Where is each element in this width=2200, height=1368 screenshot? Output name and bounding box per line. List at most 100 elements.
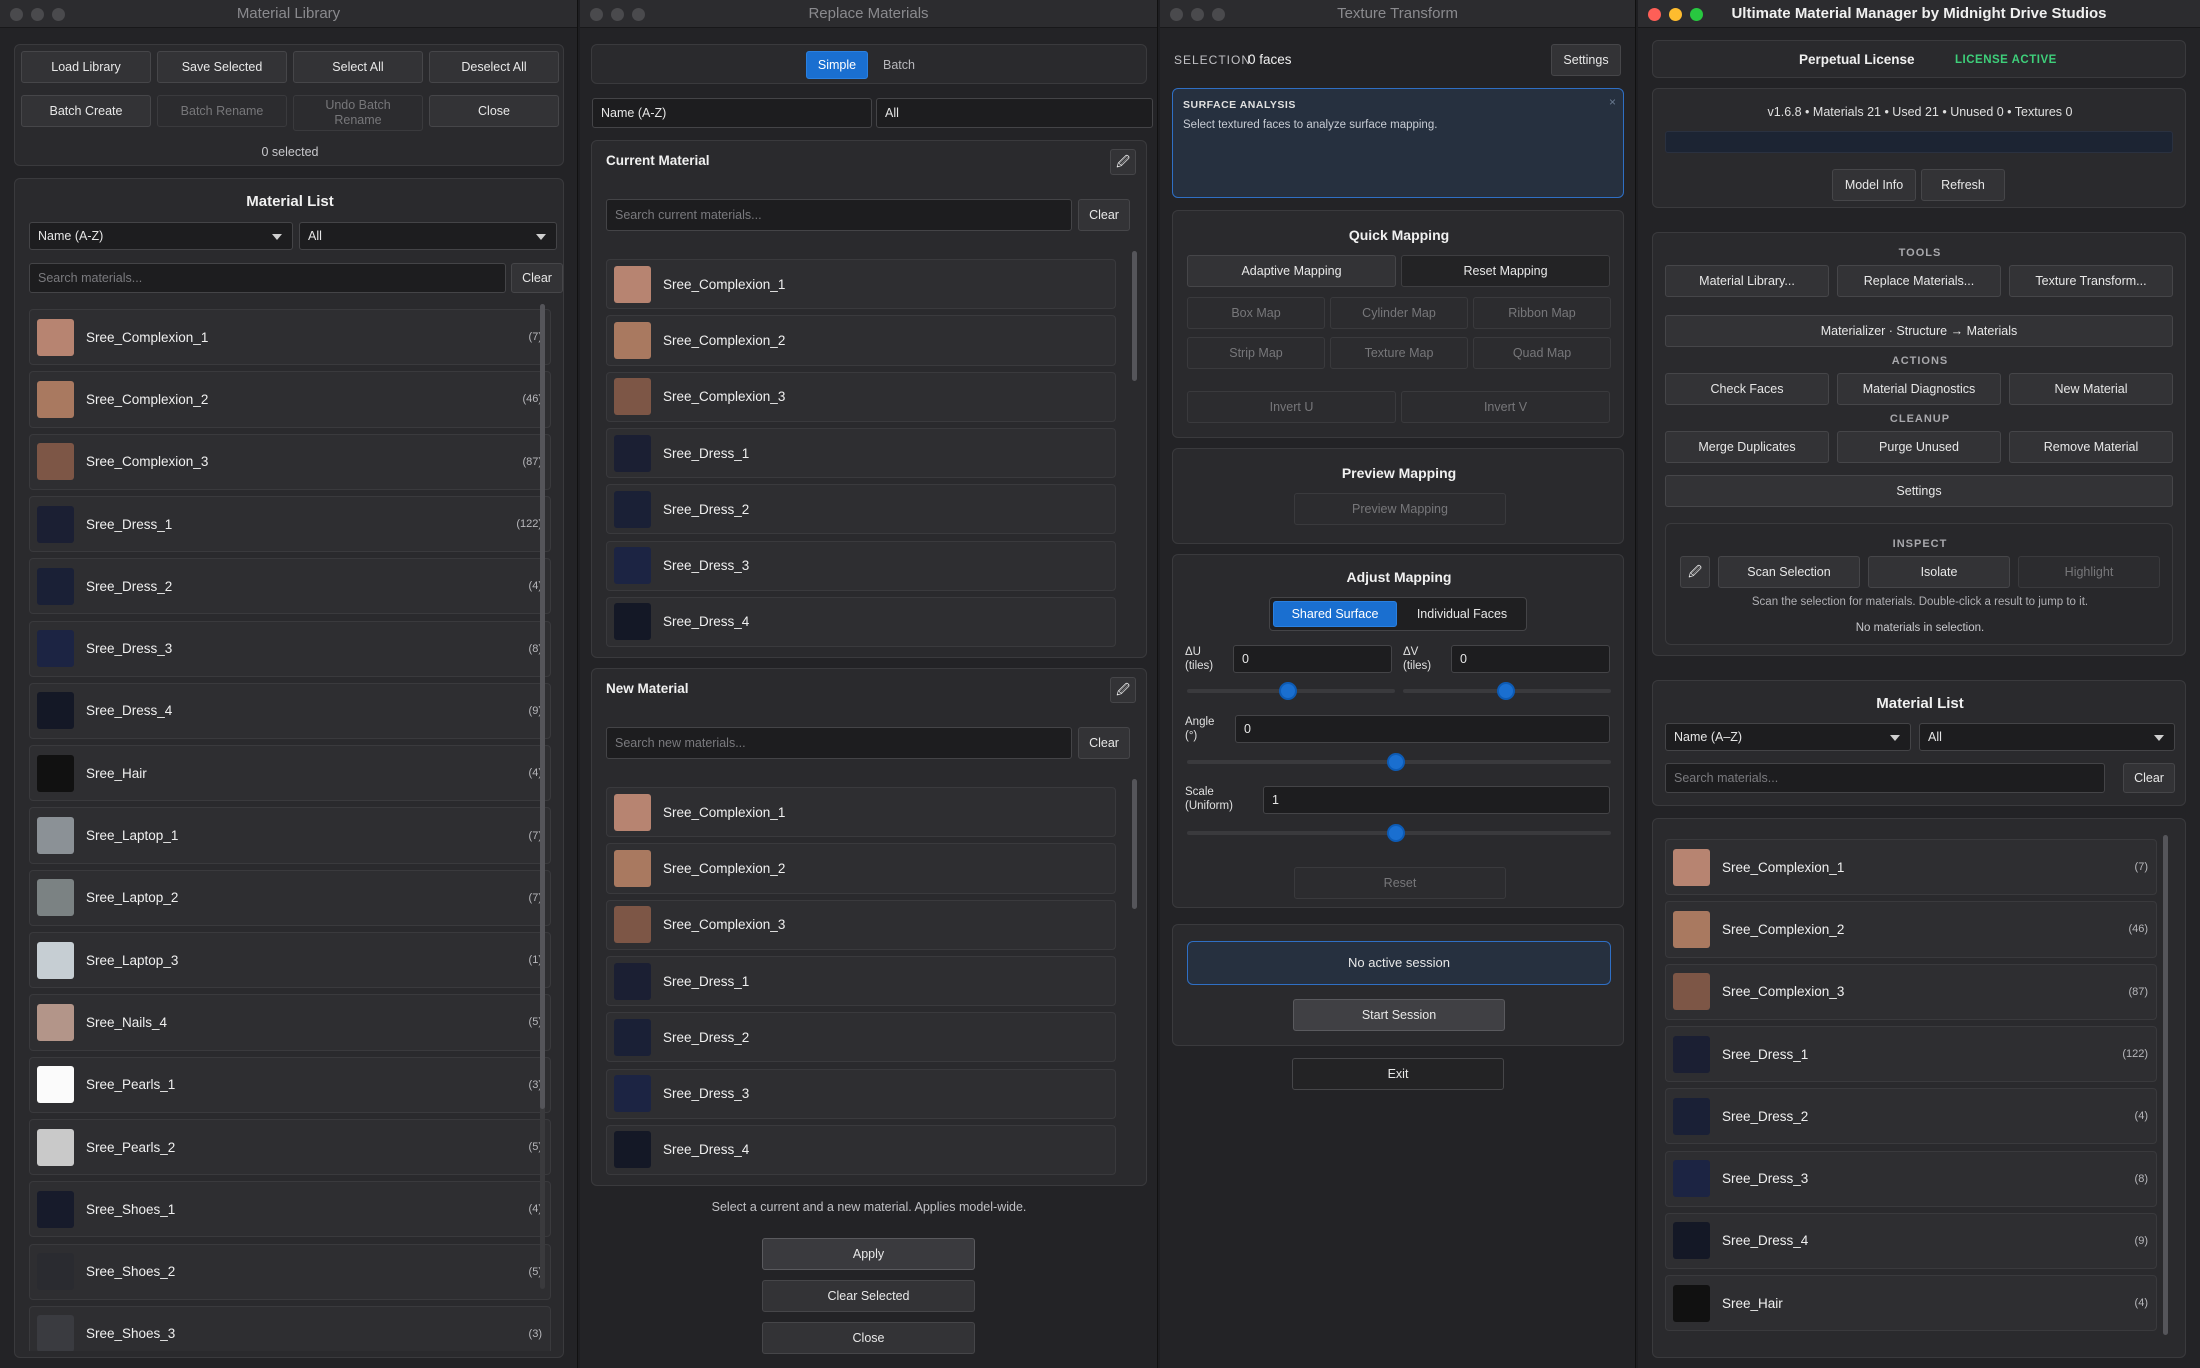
list-item[interactable]: Sree_Dress_3 (8): [1665, 1150, 2157, 1207]
apply-button[interactable]: Apply: [762, 1238, 975, 1270]
close-button[interactable]: Close: [429, 95, 559, 127]
list-item[interactable]: Sree_Dress_2 (4): [1665, 1088, 2157, 1145]
filter-select[interactable]: All: [1919, 723, 2175, 751]
list-item[interactable]: Sree_Complexion_3 (87): [1665, 963, 2157, 1020]
material-diagnostics-button[interactable]: Material Diagnostics: [1837, 373, 2001, 405]
purge-unused-button[interactable]: Purge Unused: [1837, 431, 2001, 463]
list-item[interactable]: Sree_Complexion_3: [606, 899, 1116, 950]
scale-input[interactable]: 1: [1263, 786, 1610, 814]
shared-surface-toggle[interactable]: Shared Surface: [1273, 601, 1397, 627]
settings-button[interactable]: Settings: [1665, 475, 2173, 507]
search-input[interactable]: Search materials...: [29, 263, 506, 293]
model-info-button[interactable]: Model Info: [1832, 169, 1916, 201]
materializer-button[interactable]: Materializer · Structure → Materials: [1665, 315, 2173, 347]
list-item[interactable]: Sree_Complexion_2 (46): [29, 371, 551, 428]
save-selected-button[interactable]: Save Selected: [157, 51, 287, 83]
list-item[interactable]: Sree_Dress_1 (122): [1665, 1025, 2157, 1083]
quad-map-button[interactable]: Quad Map: [1473, 337, 1611, 369]
sort-select[interactable]: Name (A–Z): [1665, 723, 1911, 751]
ribbon-map-button[interactable]: Ribbon Map: [1473, 297, 1611, 329]
list-item[interactable]: Sree_Dress_3: [606, 1068, 1116, 1119]
start-session-button[interactable]: Start Session: [1293, 999, 1505, 1031]
list-item[interactable]: Sree_Complexion_3: [606, 371, 1116, 422]
current-clear-button[interactable]: Clear: [1078, 199, 1130, 231]
replace-materials-button[interactable]: Replace Materials...: [1837, 265, 2001, 297]
angle-input[interactable]: 0: [1235, 715, 1610, 743]
list-item[interactable]: Sree_Complexion_3 (87): [29, 433, 551, 490]
list-item[interactable]: Sree_Complexion_2 (46): [1665, 901, 2157, 958]
adaptive-mapping-button[interactable]: Adaptive Mapping: [1187, 255, 1396, 287]
window-controls[interactable]: [1648, 8, 1703, 21]
list-item[interactable]: Sree_Complexion_1 (7): [29, 309, 551, 366]
list-item[interactable]: Sree_Dress_4: [606, 596, 1116, 648]
list-item[interactable]: Sree_Shoes_2 (5): [29, 1243, 551, 1300]
list-item[interactable]: Sree_Dress_3: [606, 540, 1116, 591]
close-icon[interactable]: ×: [1609, 95, 1616, 109]
angle-slider-knob[interactable]: [1387, 753, 1405, 771]
preview-mapping-button[interactable]: Preview Mapping: [1294, 493, 1506, 525]
select-all-button[interactable]: Select All: [293, 51, 423, 83]
clear-search-button[interactable]: Clear: [511, 263, 563, 293]
current-list-scrollbar[interactable]: [1132, 251, 1137, 381]
list-scrollbar[interactable]: [2163, 835, 2168, 1335]
filter-select[interactable]: All: [876, 98, 1153, 128]
batch-create-button[interactable]: Batch Create: [21, 95, 151, 127]
list-item[interactable]: Sree_Hair (4): [29, 745, 551, 802]
clear-search-button[interactable]: Clear: [2123, 763, 2175, 793]
material-library-button[interactable]: Material Library...: [1665, 265, 1829, 297]
new-material-button[interactable]: New Material: [2009, 373, 2173, 405]
strip-map-button[interactable]: Strip Map: [1187, 337, 1325, 369]
current-search-input[interactable]: Search current materials...: [606, 199, 1072, 231]
settings-button[interactable]: Settings: [1551, 44, 1621, 76]
list-item[interactable]: Sree_Dress_4: [606, 1124, 1116, 1176]
exit-button[interactable]: Exit: [1292, 1058, 1504, 1090]
window-controls[interactable]: [590, 8, 645, 21]
tab-simple[interactable]: Simple: [806, 51, 868, 79]
highlight-button[interactable]: Highlight: [2018, 556, 2160, 588]
filter-select[interactable]: All: [299, 222, 557, 250]
eyedropper-icon[interactable]: 🖉: [1110, 149, 1136, 175]
clear-selected-button[interactable]: Clear Selected: [762, 1280, 975, 1312]
cylinder-map-button[interactable]: Cylinder Map: [1330, 297, 1468, 329]
deselect-all-button[interactable]: Deselect All: [429, 51, 559, 83]
eyedropper-icon[interactable]: 🖉: [1680, 556, 1710, 588]
texture-map-button[interactable]: Texture Map: [1330, 337, 1468, 369]
delta-v-slider-knob[interactable]: [1497, 682, 1515, 700]
search-input[interactable]: Search materials...: [1665, 763, 2105, 793]
list-item[interactable]: Sree_Complexion_2: [606, 843, 1116, 894]
load-library-button[interactable]: Load Library: [21, 51, 151, 83]
window-controls[interactable]: [1170, 8, 1225, 21]
new-search-input[interactable]: Search new materials...: [606, 727, 1072, 759]
eyedropper-icon[interactable]: 🖉: [1110, 677, 1136, 703]
check-faces-button[interactable]: Check Faces: [1665, 373, 1829, 405]
list-item[interactable]: Sree_Complexion_1 (7): [1665, 839, 2157, 896]
texture-transform-button[interactable]: Texture Transform...: [2009, 265, 2173, 297]
tab-batch[interactable]: Batch: [868, 51, 930, 79]
undo-batch-rename-button[interactable]: Undo Batch Rename: [293, 95, 423, 131]
individual-faces-toggle[interactable]: Individual Faces: [1401, 601, 1523, 627]
window-controls[interactable]: [10, 8, 65, 21]
batch-rename-button[interactable]: Batch Rename: [157, 95, 287, 127]
list-item[interactable]: Sree_Dress_3 (8): [29, 620, 551, 677]
list-item[interactable]: Sree_Complexion_1: [606, 787, 1116, 838]
list-scroll-thumb[interactable]: [540, 304, 545, 1109]
list-item[interactable]: Sree_Laptop_2 (7): [29, 869, 551, 926]
list-item[interactable]: Sree_Dress_2 (4): [29, 558, 551, 615]
list-item[interactable]: Sree_Dress_1 (122): [29, 495, 551, 553]
delta-u-input[interactable]: 0: [1233, 645, 1392, 673]
box-map-button[interactable]: Box Map: [1187, 297, 1325, 329]
delta-v-input[interactable]: 0: [1451, 645, 1610, 673]
invert-v-button[interactable]: Invert V: [1401, 391, 1610, 423]
list-item[interactable]: Sree_Dress_2: [606, 1012, 1116, 1063]
list-item[interactable]: Sree_Laptop_1 (7): [29, 807, 551, 864]
list-item[interactable]: Sree_Dress_2: [606, 484, 1116, 535]
scan-selection-button[interactable]: Scan Selection: [1718, 556, 1860, 588]
list-item[interactable]: Sree_Laptop_3 (1): [29, 932, 551, 989]
isolate-button[interactable]: Isolate: [1868, 556, 2010, 588]
refresh-button[interactable]: Refresh: [1921, 169, 2005, 201]
delta-u-slider-knob[interactable]: [1279, 682, 1297, 700]
sort-select[interactable]: Name (A-Z): [29, 222, 293, 250]
sort-select[interactable]: Name (A-Z): [592, 98, 872, 128]
list-item[interactable]: Sree_Shoes_1 (4): [29, 1181, 551, 1238]
scale-slider-knob[interactable]: [1387, 824, 1405, 842]
